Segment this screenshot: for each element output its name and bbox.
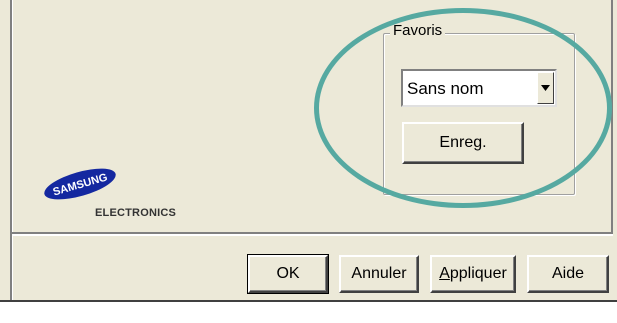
apply-label-rest: ppliquer [449,265,507,282]
apply-mnemonic: A [439,265,450,282]
apply-button[interactable]: Appliquer [430,255,516,293]
help-button[interactable]: Aide [527,255,609,293]
logo-subtitle: ELECTRONICS [95,207,177,219]
window-bottom-edge [0,300,617,323]
chevron-down-icon [541,85,550,91]
printer-properties-dialog: Favoris Sans nom Enreg. SAMSUNG ELECTRON… [0,0,617,323]
ok-button[interactable]: OK [247,254,329,294]
cancel-button[interactable]: Annuler [339,255,419,293]
dropdown-arrow-button[interactable] [537,72,554,104]
favorites-dropdown-value: Sans nom [407,79,484,98]
favorites-group [383,33,575,195]
favorites-dropdown[interactable]: Sans nom [401,69,557,107]
save-favorite-button[interactable]: Enreg. [402,122,524,164]
tab-panel-shade [12,234,613,236]
favorites-group-label: Favoris [390,22,446,39]
